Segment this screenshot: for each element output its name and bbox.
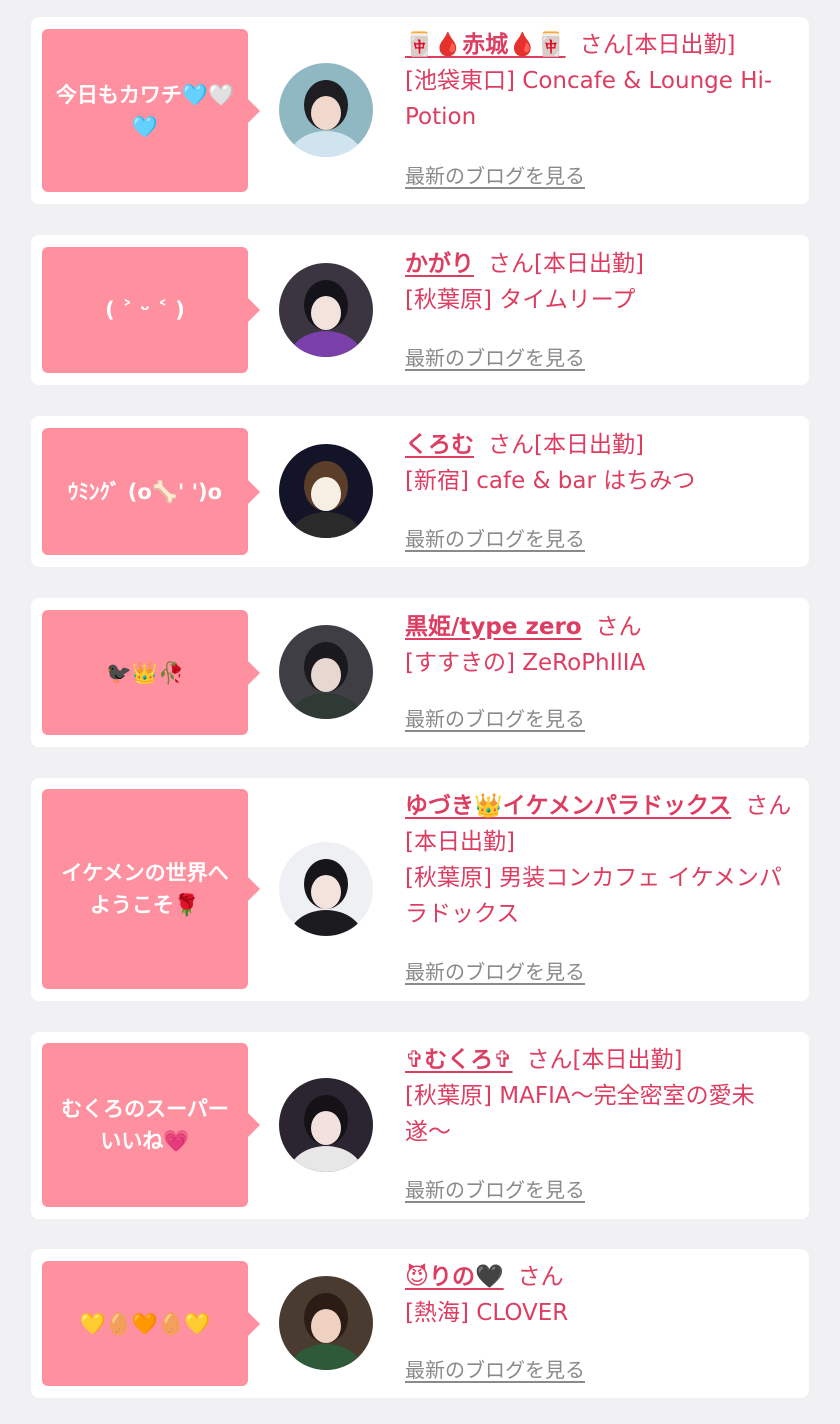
- latest-blog-link[interactable]: 最新のブログを見る: [405, 342, 585, 371]
- avatar[interactable]: [279, 263, 373, 357]
- cast-card[interactable]: むくろのスーパーいいね💗 ✞むくろ✞ さん[本日出勤] [秋葉原] MAFIA〜完…: [31, 1032, 809, 1219]
- cast-name-link[interactable]: ゆづき👑イケメンパラドックス: [405, 793, 731, 819]
- shop-name: タイムリープ: [499, 287, 636, 313]
- latest-blog-link[interactable]: 最新のブログを見る: [405, 523, 585, 552]
- status-label: [本日出勤]: [625, 32, 736, 58]
- area-label: [秋葉原]: [405, 287, 492, 313]
- avatar-image: [279, 625, 373, 719]
- honorific: さん: [488, 251, 534, 277]
- cast-card[interactable]: 今日もカワチ🩵🤍🩵 🀄🩸赤城🩸🀄 さん[本日出勤] [池袋東口] Concafe …: [31, 17, 809, 204]
- cast-name-link[interactable]: 😈りの🖤: [405, 1264, 504, 1290]
- cast-card[interactable]: イケメンの世界へようこそ🌹 ゆづき👑イケメンパラドックス さん [本日出勤] [秋葉…: [31, 778, 809, 1001]
- status-label: [本日出勤]: [534, 251, 644, 277]
- cast-card[interactable]: 💛🥚🧡🥚💛 😈りの🖤 さん [熱海] CLOVER 最新のブログを見る: [31, 1249, 809, 1398]
- cast-name-link[interactable]: 黒姫/type zero: [405, 614, 582, 640]
- comment-bubble: むくろのスーパーいいね💗: [42, 1043, 260, 1207]
- avatar-image: [279, 1078, 373, 1172]
- area-label: [すすきの]: [405, 650, 515, 676]
- cast-card[interactable]: ( ˃ ᵕ ˂ ) かがり さん[本日出勤] [秋葉原] タイムリープ 最新のブロ…: [31, 235, 809, 385]
- cast-name-link[interactable]: 🀄🩸赤城🩸🀄: [405, 32, 566, 58]
- status-label: [本日出勤]: [534, 432, 644, 458]
- honorific: さん: [579, 32, 626, 58]
- shop-name: CLOVER: [476, 1300, 569, 1326]
- avatar-image: [279, 63, 373, 157]
- comment-bubble: ( ˃ ᵕ ˂ ): [42, 247, 260, 373]
- comment-bubble: イケメンの世界へようこそ🌹: [42, 789, 260, 989]
- latest-blog-link[interactable]: 最新のブログを見る: [405, 160, 585, 189]
- avatar[interactable]: [279, 1078, 373, 1172]
- avatar-image: [279, 263, 373, 357]
- avatar[interactable]: [279, 842, 373, 936]
- latest-blog-link[interactable]: 最新のブログを見る: [405, 1354, 585, 1383]
- area-label: [熱海]: [405, 1300, 469, 1326]
- honorific: さん: [526, 1047, 573, 1073]
- avatar[interactable]: [279, 1276, 373, 1370]
- comment-bubble: 今日もカワチ🩵🤍🩵: [42, 29, 260, 192]
- area-label: [池袋東口]: [405, 68, 515, 94]
- comment-bubble: 💛🥚🧡🥚💛: [42, 1261, 260, 1386]
- avatar[interactable]: [279, 444, 373, 538]
- honorific: さん: [595, 614, 642, 640]
- cast-name-link[interactable]: くろむ: [405, 432, 474, 458]
- avatar-image: [279, 444, 373, 538]
- latest-blog-link[interactable]: 最新のブログを見る: [405, 703, 585, 732]
- avatar-image: [279, 842, 373, 936]
- cast-card[interactable]: ｳﾐﾝｸﾞ (o🦴' ')o くろむ さん[本日出勤] [新宿] cafe & b…: [31, 416, 809, 567]
- avatar-image: [279, 1276, 373, 1370]
- comment-bubble: 🐦‍⬛👑🥀: [42, 610, 260, 735]
- avatar[interactable]: [279, 625, 373, 719]
- cast-name-link[interactable]: かがり: [405, 251, 474, 277]
- status-label: [本日出勤]: [572, 1047, 683, 1073]
- area-label: [秋葉原]: [405, 1083, 492, 1109]
- cast-name-link[interactable]: ✞むくろ✞: [405, 1047, 513, 1073]
- honorific: さん: [517, 1264, 564, 1290]
- avatar[interactable]: [279, 63, 373, 157]
- latest-blog-link[interactable]: 最新のブログを見る: [405, 1174, 585, 1203]
- comment-bubble: ｳﾐﾝｸﾞ (o🦴' ')o: [42, 428, 260, 555]
- honorific: さん: [488, 432, 534, 458]
- area-label: [新宿]: [405, 468, 469, 494]
- shop-name: cafe & bar はちみつ: [476, 468, 696, 494]
- area-label: [秋葉原]: [405, 865, 492, 891]
- shop-name: ZeRoPhIlIA: [522, 650, 646, 676]
- honorific: さん: [745, 793, 792, 819]
- status-label: [本日出勤]: [405, 829, 515, 855]
- cast-card[interactable]: 🐦‍⬛👑🥀 黒姫/type zero さん [すすきの] ZeRoPhIlIA 最…: [31, 598, 809, 747]
- latest-blog-link[interactable]: 最新のブログを見る: [405, 956, 585, 985]
